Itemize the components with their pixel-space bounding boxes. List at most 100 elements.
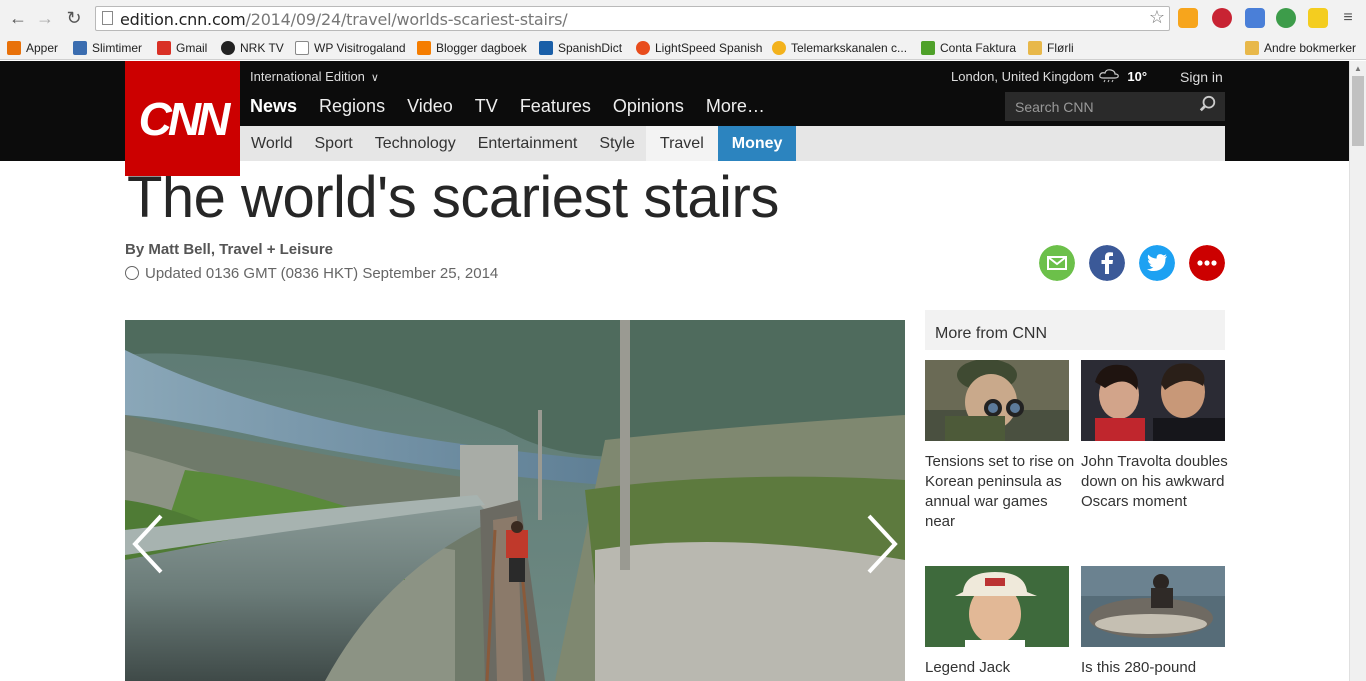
lightspeed-icon	[636, 41, 650, 55]
extension-translate-icon[interactable]	[1245, 8, 1265, 28]
bookmark-item[interactable]: Slimtimer	[73, 39, 142, 57]
weather-widget[interactable]: London, United Kingdom 10°	[951, 69, 1147, 84]
section-style[interactable]: Style	[588, 126, 646, 161]
gallery-next-button[interactable]	[861, 512, 901, 576]
bookmark-label: WP Visitrogaland	[314, 41, 406, 55]
conta-icon	[921, 41, 935, 55]
url-text[interactable]: edition.cnn.com/2014/09/24/travel/worlds…	[120, 10, 568, 29]
bookmark-label: Blogger dagboek	[436, 41, 527, 55]
section-entertainment[interactable]: Entertainment	[467, 126, 589, 161]
reload-icon[interactable]: ↻	[64, 8, 84, 28]
bookmark-label: Apper	[26, 41, 59, 55]
bookmark-label: Slimtimer	[92, 41, 142, 55]
nrk-play-icon	[221, 41, 235, 55]
extension-opera-icon[interactable]	[1212, 8, 1232, 28]
nav-more[interactable]: More…	[706, 96, 765, 117]
binoculars-photo	[925, 360, 1069, 441]
bookmarks-bar: Apper Slimtimer Gmail NRK TV WP Visitrog…	[0, 36, 1366, 60]
bookmark-item[interactable]: Andre bokmerker	[1245, 39, 1356, 57]
nav-features[interactable]: Features	[520, 96, 591, 117]
twitter-share-button[interactable]	[1139, 245, 1175, 281]
clock-icon	[125, 266, 139, 280]
catfish-photo	[1081, 566, 1225, 647]
address-bar[interactable]: edition.cnn.com/2014/09/24/travel/worlds…	[95, 6, 1170, 31]
story-link[interactable]: John Travolta doubles down on his awkwar…	[1081, 452, 1231, 512]
section-sport[interactable]: Sport	[304, 126, 364, 161]
stairs-photo	[125, 320, 905, 681]
nav-regions[interactable]: Regions	[319, 96, 385, 117]
location-label: London, United Kingdom	[951, 69, 1095, 84]
story-link[interactable]: Legend Jack	[925, 658, 1075, 678]
cnn-logo[interactable]: CNN	[125, 61, 240, 176]
extension-globe-icon[interactable]	[1276, 8, 1296, 28]
bookmark-label: Flørli	[1047, 41, 1074, 55]
search-placeholder: Search CNN	[1015, 99, 1094, 115]
hero-gallery-image[interactable]	[125, 320, 905, 681]
page-scrollbar[interactable]: ▲	[1349, 61, 1366, 681]
scroll-up-icon[interactable]: ▲	[1354, 64, 1362, 73]
bookmark-item[interactable]: WP Visitrogaland	[295, 39, 406, 57]
slimtimer-icon	[73, 41, 87, 55]
gallery-prev-button[interactable]	[129, 512, 169, 576]
bookmark-item[interactable]: SpanishDict	[539, 39, 622, 57]
page-icon	[102, 11, 113, 25]
story-thumbnail[interactable]	[925, 360, 1069, 441]
signin-link[interactable]: Sign in	[1180, 69, 1223, 85]
scrollbar-thumb[interactable]	[1352, 76, 1364, 146]
bookmark-item[interactable]: Gmail	[157, 39, 207, 57]
article-timestamp: Updated 0136 GMT (0836 HKT) September 25…	[125, 265, 498, 282]
edition-selector[interactable]: International Edition ∨	[250, 69, 379, 84]
browser-toolbar: ← → ↻ edition.cnn.com/2014/09/24/travel/…	[0, 0, 1366, 36]
bookmark-item[interactable]: NRK TV	[221, 39, 284, 57]
page-icon	[295, 41, 309, 55]
timestamp-label: Updated 0136 GMT (0836 HKT) September 25…	[145, 265, 499, 282]
section-world[interactable]: World	[240, 126, 304, 161]
travolta-photo	[1081, 360, 1225, 441]
nav-opinions[interactable]: Opinions	[613, 96, 684, 117]
chevron-down-icon: ∨	[370, 72, 379, 84]
story-link[interactable]: Tensions set to rise on Korean peninsula…	[925, 452, 1075, 532]
facebook-share-button[interactable]	[1089, 245, 1125, 281]
bookmark-item[interactable]: Flørli	[1028, 39, 1074, 57]
bookmark-label: Gmail	[176, 41, 208, 55]
section-nav: World Sport Technology Entertainment Sty…	[240, 126, 797, 161]
blogger-icon	[417, 41, 431, 55]
nav-video[interactable]: Video	[407, 96, 453, 117]
extension-star-icon[interactable]	[1308, 8, 1328, 28]
more-share-button[interactable]	[1189, 245, 1225, 281]
site-header: CNN International Edition ∨ News Regions …	[0, 61, 1349, 176]
nav-tv[interactable]: TV	[475, 96, 498, 117]
email-share-button[interactable]	[1039, 245, 1075, 281]
bookmark-item[interactable]: Conta Faktura	[921, 39, 1016, 57]
apps-grid-icon	[7, 41, 21, 55]
article-byline: By Matt Bell, Travel + Leisure	[125, 241, 334, 258]
search-input[interactable]: Search CNN	[1005, 92, 1225, 121]
menu-icon[interactable]: ≡	[1338, 8, 1358, 28]
url-path: /2014/09/24/travel/worlds-scariest-stair…	[245, 10, 568, 29]
bookmark-item[interactable]: Telemarkskanalen c...	[772, 39, 907, 57]
section-travel[interactable]: Travel	[645, 126, 718, 161]
section-technology[interactable]: Technology	[364, 126, 467, 161]
extension-scissors-icon[interactable]	[1178, 8, 1198, 28]
bookmark-label: SpanishDict	[558, 41, 623, 55]
story-link[interactable]: Is this 280-pound	[1081, 658, 1231, 678]
folder-icon	[1028, 41, 1042, 55]
story-thumbnail[interactable]	[1081, 566, 1225, 647]
nav-news[interactable]: News	[250, 96, 297, 117]
forward-icon[interactable]: →	[35, 8, 55, 28]
story-thumbnail[interactable]	[1081, 360, 1225, 441]
bookmark-item[interactable]: Blogger dagboek	[417, 39, 527, 57]
gmail-icon	[157, 41, 171, 55]
back-icon[interactable]: ←	[8, 8, 28, 28]
bookmark-label: NRK TV	[240, 41, 284, 55]
bookmark-label: Telemarkskanalen c...	[791, 41, 908, 55]
telemark-icon	[772, 41, 786, 55]
search-icon[interactable]	[1199, 95, 1217, 113]
more-from-cnn-heading: More from CNN	[925, 310, 1225, 350]
section-money[interactable]: Money	[717, 126, 797, 161]
bookmark-item[interactable]: LightSpeed Spanish	[636, 39, 762, 57]
edition-label: International Edition	[250, 69, 365, 84]
bookmark-star-icon[interactable]: ☆	[1149, 7, 1165, 28]
bookmark-item[interactable]: Apper	[7, 39, 58, 57]
story-thumbnail[interactable]	[925, 566, 1069, 647]
